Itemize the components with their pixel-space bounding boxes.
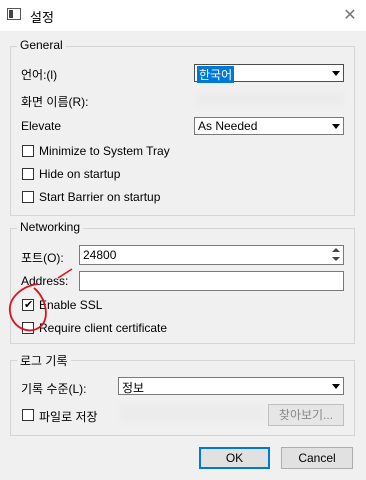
port-value: 24800 bbox=[83, 248, 117, 262]
chevron-down-icon bbox=[329, 66, 342, 80]
port-label: 포트(O): bbox=[21, 251, 64, 265]
enable-ssl-checkbox[interactable]: ✔ bbox=[22, 299, 34, 311]
elevate-select[interactable]: As Needed bbox=[194, 117, 344, 135]
require-cert-label[interactable]: Require client certificate bbox=[39, 321, 167, 335]
general-group-title: General bbox=[17, 38, 66, 52]
minimize-label[interactable]: Minimize to System Tray bbox=[39, 144, 170, 158]
spin-arrows-icon[interactable] bbox=[329, 246, 343, 264]
elevate-label: Elevate bbox=[21, 119, 62, 133]
log-to-file-checkbox[interactable] bbox=[22, 409, 34, 421]
elevate-select-value: As Needed bbox=[198, 119, 258, 133]
cancel-button[interactable]: Cancel bbox=[281, 447, 353, 469]
log-level-select[interactable]: 정보 bbox=[118, 377, 344, 395]
window-title: 설정 bbox=[30, 10, 54, 25]
port-stepper[interactable]: 24800 bbox=[79, 245, 344, 265]
title-bar: 설정 ✕ bbox=[0, 0, 366, 31]
app-icon bbox=[7, 8, 21, 20]
language-label: 언어:(l) bbox=[21, 68, 58, 82]
require-cert-checkbox[interactable] bbox=[22, 322, 34, 334]
hide-on-startup-label[interactable]: Hide on startup bbox=[39, 167, 120, 181]
networking-group-title: Networking bbox=[17, 220, 84, 234]
address-label: Address: bbox=[21, 274, 69, 288]
log-level-label: 기록 수준(L): bbox=[21, 382, 87, 396]
screen-name-redacted bbox=[196, 92, 344, 106]
log-file-path-redacted bbox=[120, 404, 265, 422]
hide-on-startup-checkbox[interactable] bbox=[22, 168, 34, 180]
chevron-down-icon bbox=[329, 379, 342, 393]
enable-ssl-label[interactable]: Enable SSL bbox=[39, 298, 102, 312]
log-level-value: 정보 bbox=[122, 381, 145, 395]
start-on-startup-checkbox[interactable] bbox=[22, 191, 34, 203]
checkmark-icon: ✔ bbox=[24, 299, 34, 311]
logging-group-title: 로그 기록 bbox=[17, 352, 71, 369]
ok-button[interactable]: OK bbox=[199, 447, 270, 469]
close-button[interactable]: ✕ bbox=[334, 0, 366, 31]
start-on-startup-label[interactable]: Start Barrier on startup bbox=[39, 190, 160, 204]
address-input[interactable] bbox=[79, 271, 344, 291]
chevron-down-icon bbox=[329, 119, 342, 133]
log-to-file-label[interactable]: 파일로 저장 bbox=[39, 408, 98, 425]
language-select[interactable]: 한국어 bbox=[194, 64, 344, 83]
screen-name-label: 화면 이름(R): bbox=[21, 95, 89, 109]
minimize-checkbox[interactable] bbox=[22, 145, 34, 157]
language-select-value: 한국어 bbox=[197, 66, 235, 83]
browse-button[interactable]: 찾아보기... bbox=[268, 404, 344, 426]
